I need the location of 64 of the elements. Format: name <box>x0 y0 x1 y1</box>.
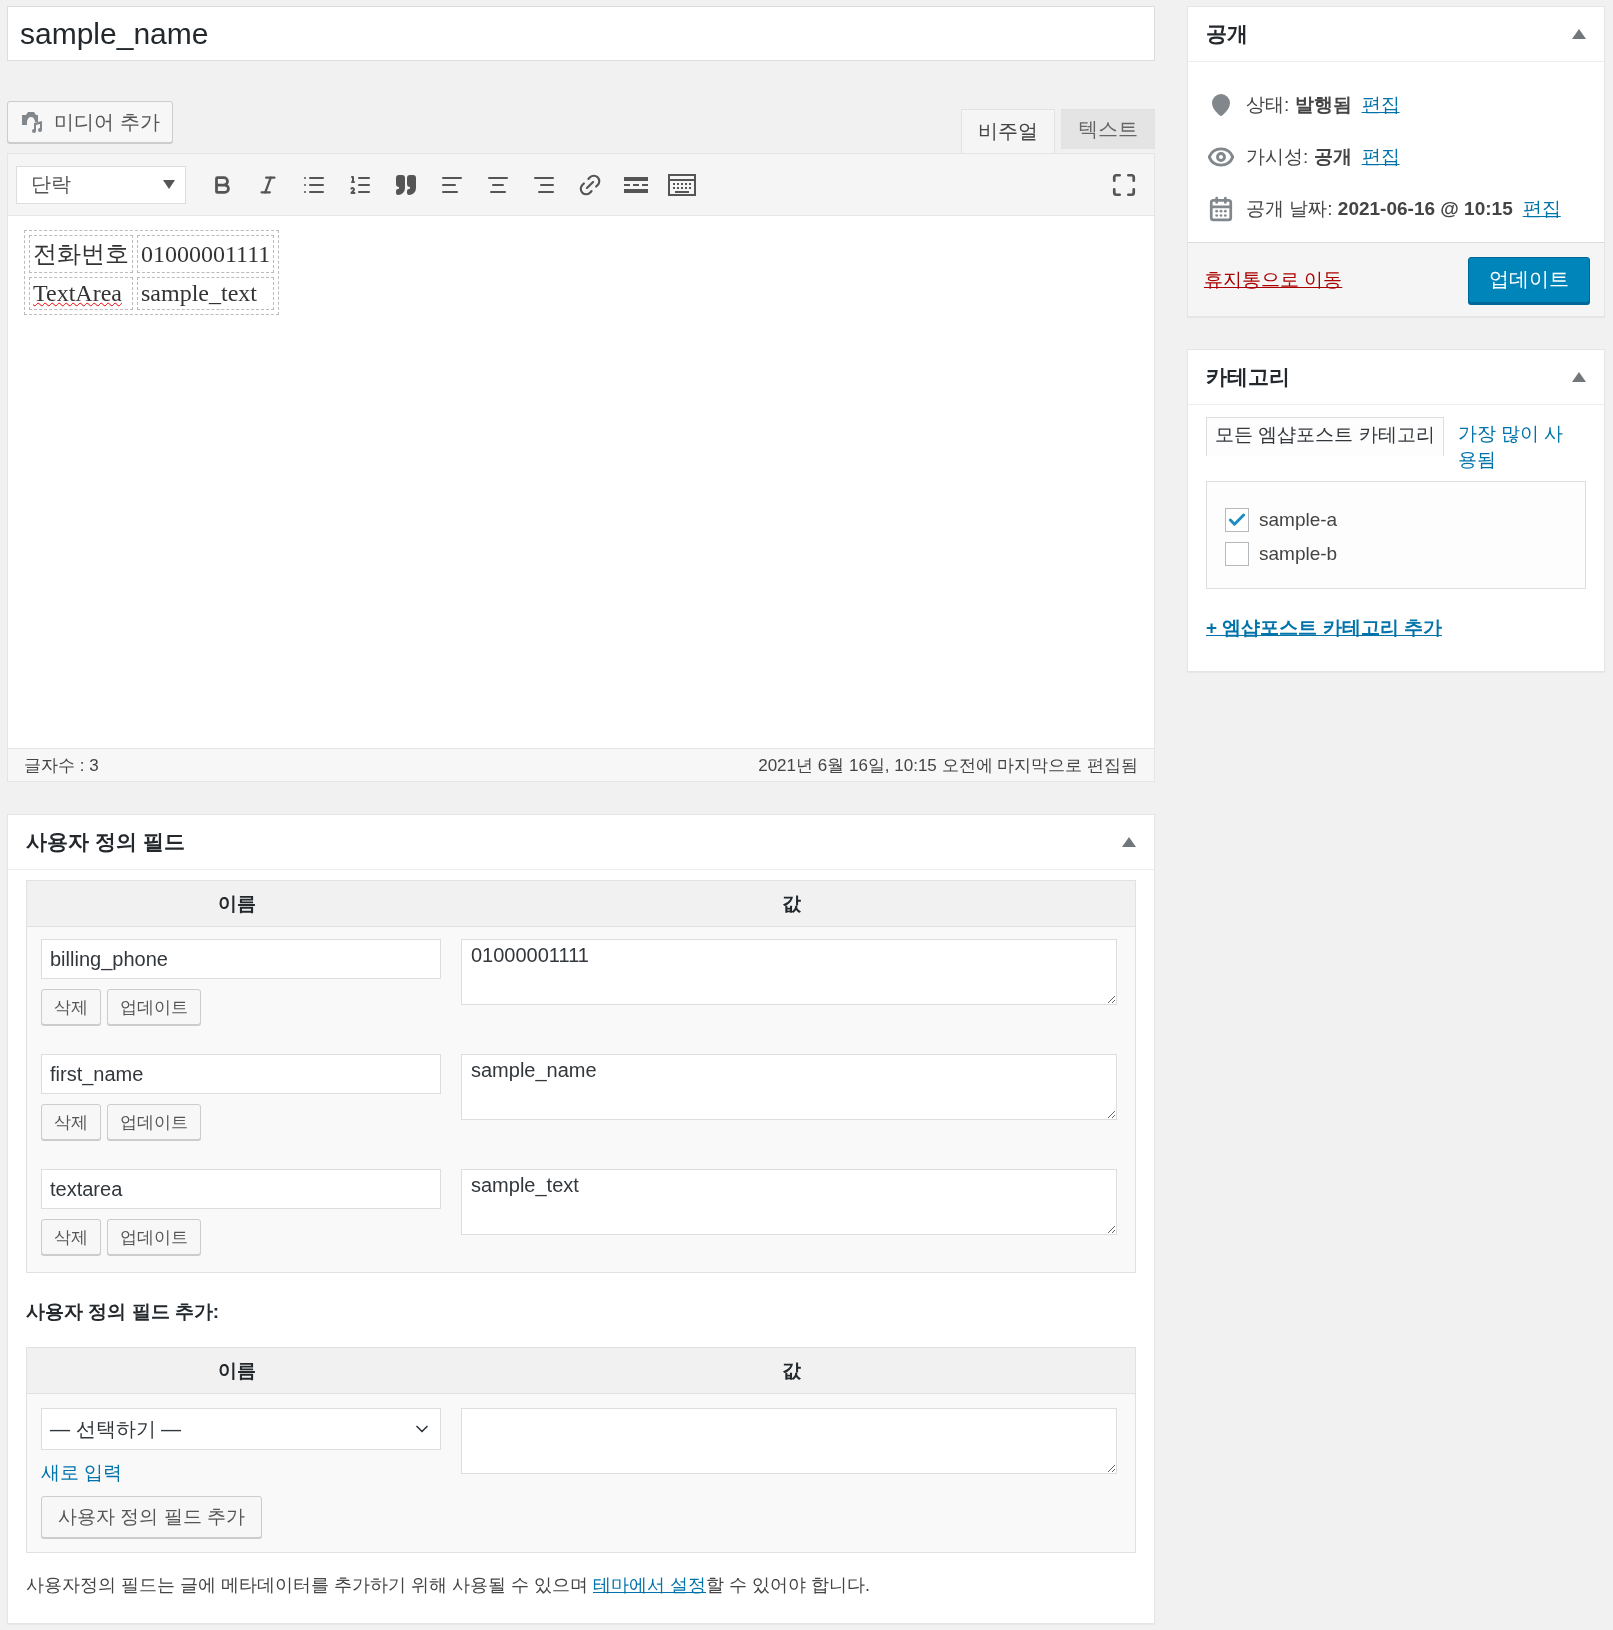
checkbox[interactable] <box>1225 542 1249 566</box>
update-button[interactable]: 업데이트 <box>107 1219 201 1255</box>
expand-icon <box>1111 171 1137 198</box>
category-tab[interactable]: 가장 많이 사용됨 <box>1443 417 1574 473</box>
delete-button[interactable]: 삭제 <box>41 989 101 1025</box>
title-field[interactable]: sample_name <box>7 6 1155 61</box>
field-value-input[interactable] <box>461 1408 1117 1474</box>
update-button[interactable]: 업데이트 <box>1468 256 1590 303</box>
column-header: 값 <box>780 891 802 916</box>
column-header: 이름 <box>217 1358 257 1383</box>
media-icon <box>20 111 44 133</box>
collapse-toggle-icon[interactable] <box>1572 372 1586 382</box>
field-name-input[interactable]: billing_phone <box>41 939 441 979</box>
dropdown-arrow-icon <box>163 180 175 189</box>
last-edited-text: 2021년 6월 16일, 10:15 오전에 마지막으로 편집됨 <box>758 754 1138 777</box>
update-button[interactable]: 업데이트 <box>107 1104 201 1140</box>
theme-settings-link[interactable]: 테마에서 설정 <box>593 1575 707 1595</box>
table-cell: 전화번호 <box>29 235 133 273</box>
field-value-input[interactable]: sample_name <box>461 1054 1117 1120</box>
trash-link[interactable]: 휴지통으로 이동 <box>1204 266 1343 293</box>
field-value-input[interactable]: 01000001111 <box>461 939 1117 1005</box>
word-count: 글자수 : 3 <box>24 754 99 777</box>
delete-button[interactable]: 삭제 <box>41 1219 101 1255</box>
category-tab[interactable]: 모든 엠샵포스트 카테고리 <box>1206 417 1444 456</box>
table-cell: TextArea <box>29 277 133 310</box>
editor-tab[interactable]: 텍스트 <box>1061 109 1155 149</box>
field-name-input[interactable]: textarea <box>41 1169 441 1209</box>
add-media-button[interactable]: 미디어 추가 <box>7 101 173 143</box>
column-header: 값 <box>780 1358 802 1383</box>
format-select[interactable]: 단락 <box>16 165 186 204</box>
table-cell: sample_text <box>137 277 275 310</box>
category-label: sample-a <box>1259 509 1338 531</box>
add-category-link[interactable]: + 엠샵포스트 카테고리 추가 <box>1206 615 1442 641</box>
panel-title: 공개 <box>1206 21 1248 47</box>
quote-icon <box>394 172 418 197</box>
new-entry-link[interactable]: 새로 입력 <box>41 1460 441 1486</box>
panel-title: 카테고리 <box>1206 364 1290 390</box>
edit-link[interactable]: 편집 <box>1522 196 1561 222</box>
update-button[interactable]: 업데이트 <box>107 989 201 1025</box>
checkbox[interactable] <box>1225 508 1249 532</box>
table-cell: 01000001111 <box>137 235 275 273</box>
read-more-icon <box>624 174 648 195</box>
field-value-input[interactable]: sample_text <box>461 1169 1117 1235</box>
calendar-icon <box>1208 196 1234 222</box>
collapse-toggle-icon[interactable] <box>1122 837 1136 847</box>
editor-tab[interactable]: 비주얼 <box>961 109 1055 153</box>
collapse-toggle-icon[interactable] <box>1572 29 1586 39</box>
category-label: sample-b <box>1259 543 1338 565</box>
field-name-select[interactable]: — 선택하기 — <box>41 1408 441 1450</box>
delete-button[interactable]: 삭제 <box>41 1104 101 1140</box>
keyboard-icon <box>668 173 696 196</box>
editor-body[interactable]: 전화번호 01000001111 TextArea sample_text <box>7 216 1155 748</box>
edit-link[interactable]: 편집 <box>1361 92 1400 118</box>
publish-info: 공개 날짜: 2021-06-16 @ 10:15 <box>1246 197 1513 221</box>
help-text: 사용자정의 필드는 글에 메타데이터를 추가하기 위해 사용될 수 있으며 테마에서 설정할 수 있어야 합니다. <box>26 1574 872 1597</box>
field-name-input[interactable]: first_name <box>41 1054 441 1094</box>
panel-title: 사용자 정의 필드 <box>26 829 185 855</box>
section-title: 사용자 정의 필드 추가: <box>26 1300 221 1324</box>
pin-icon <box>1209 93 1233 117</box>
publish-info: 가시성: 공개 <box>1246 145 1352 169</box>
edit-link[interactable]: 편집 <box>1361 144 1400 170</box>
add-field-button[interactable]: 사용자 정의 필드 추가 <box>41 1496 262 1538</box>
publish-info: 상태: 발행됨 <box>1246 93 1352 117</box>
column-header: 이름 <box>217 891 257 916</box>
